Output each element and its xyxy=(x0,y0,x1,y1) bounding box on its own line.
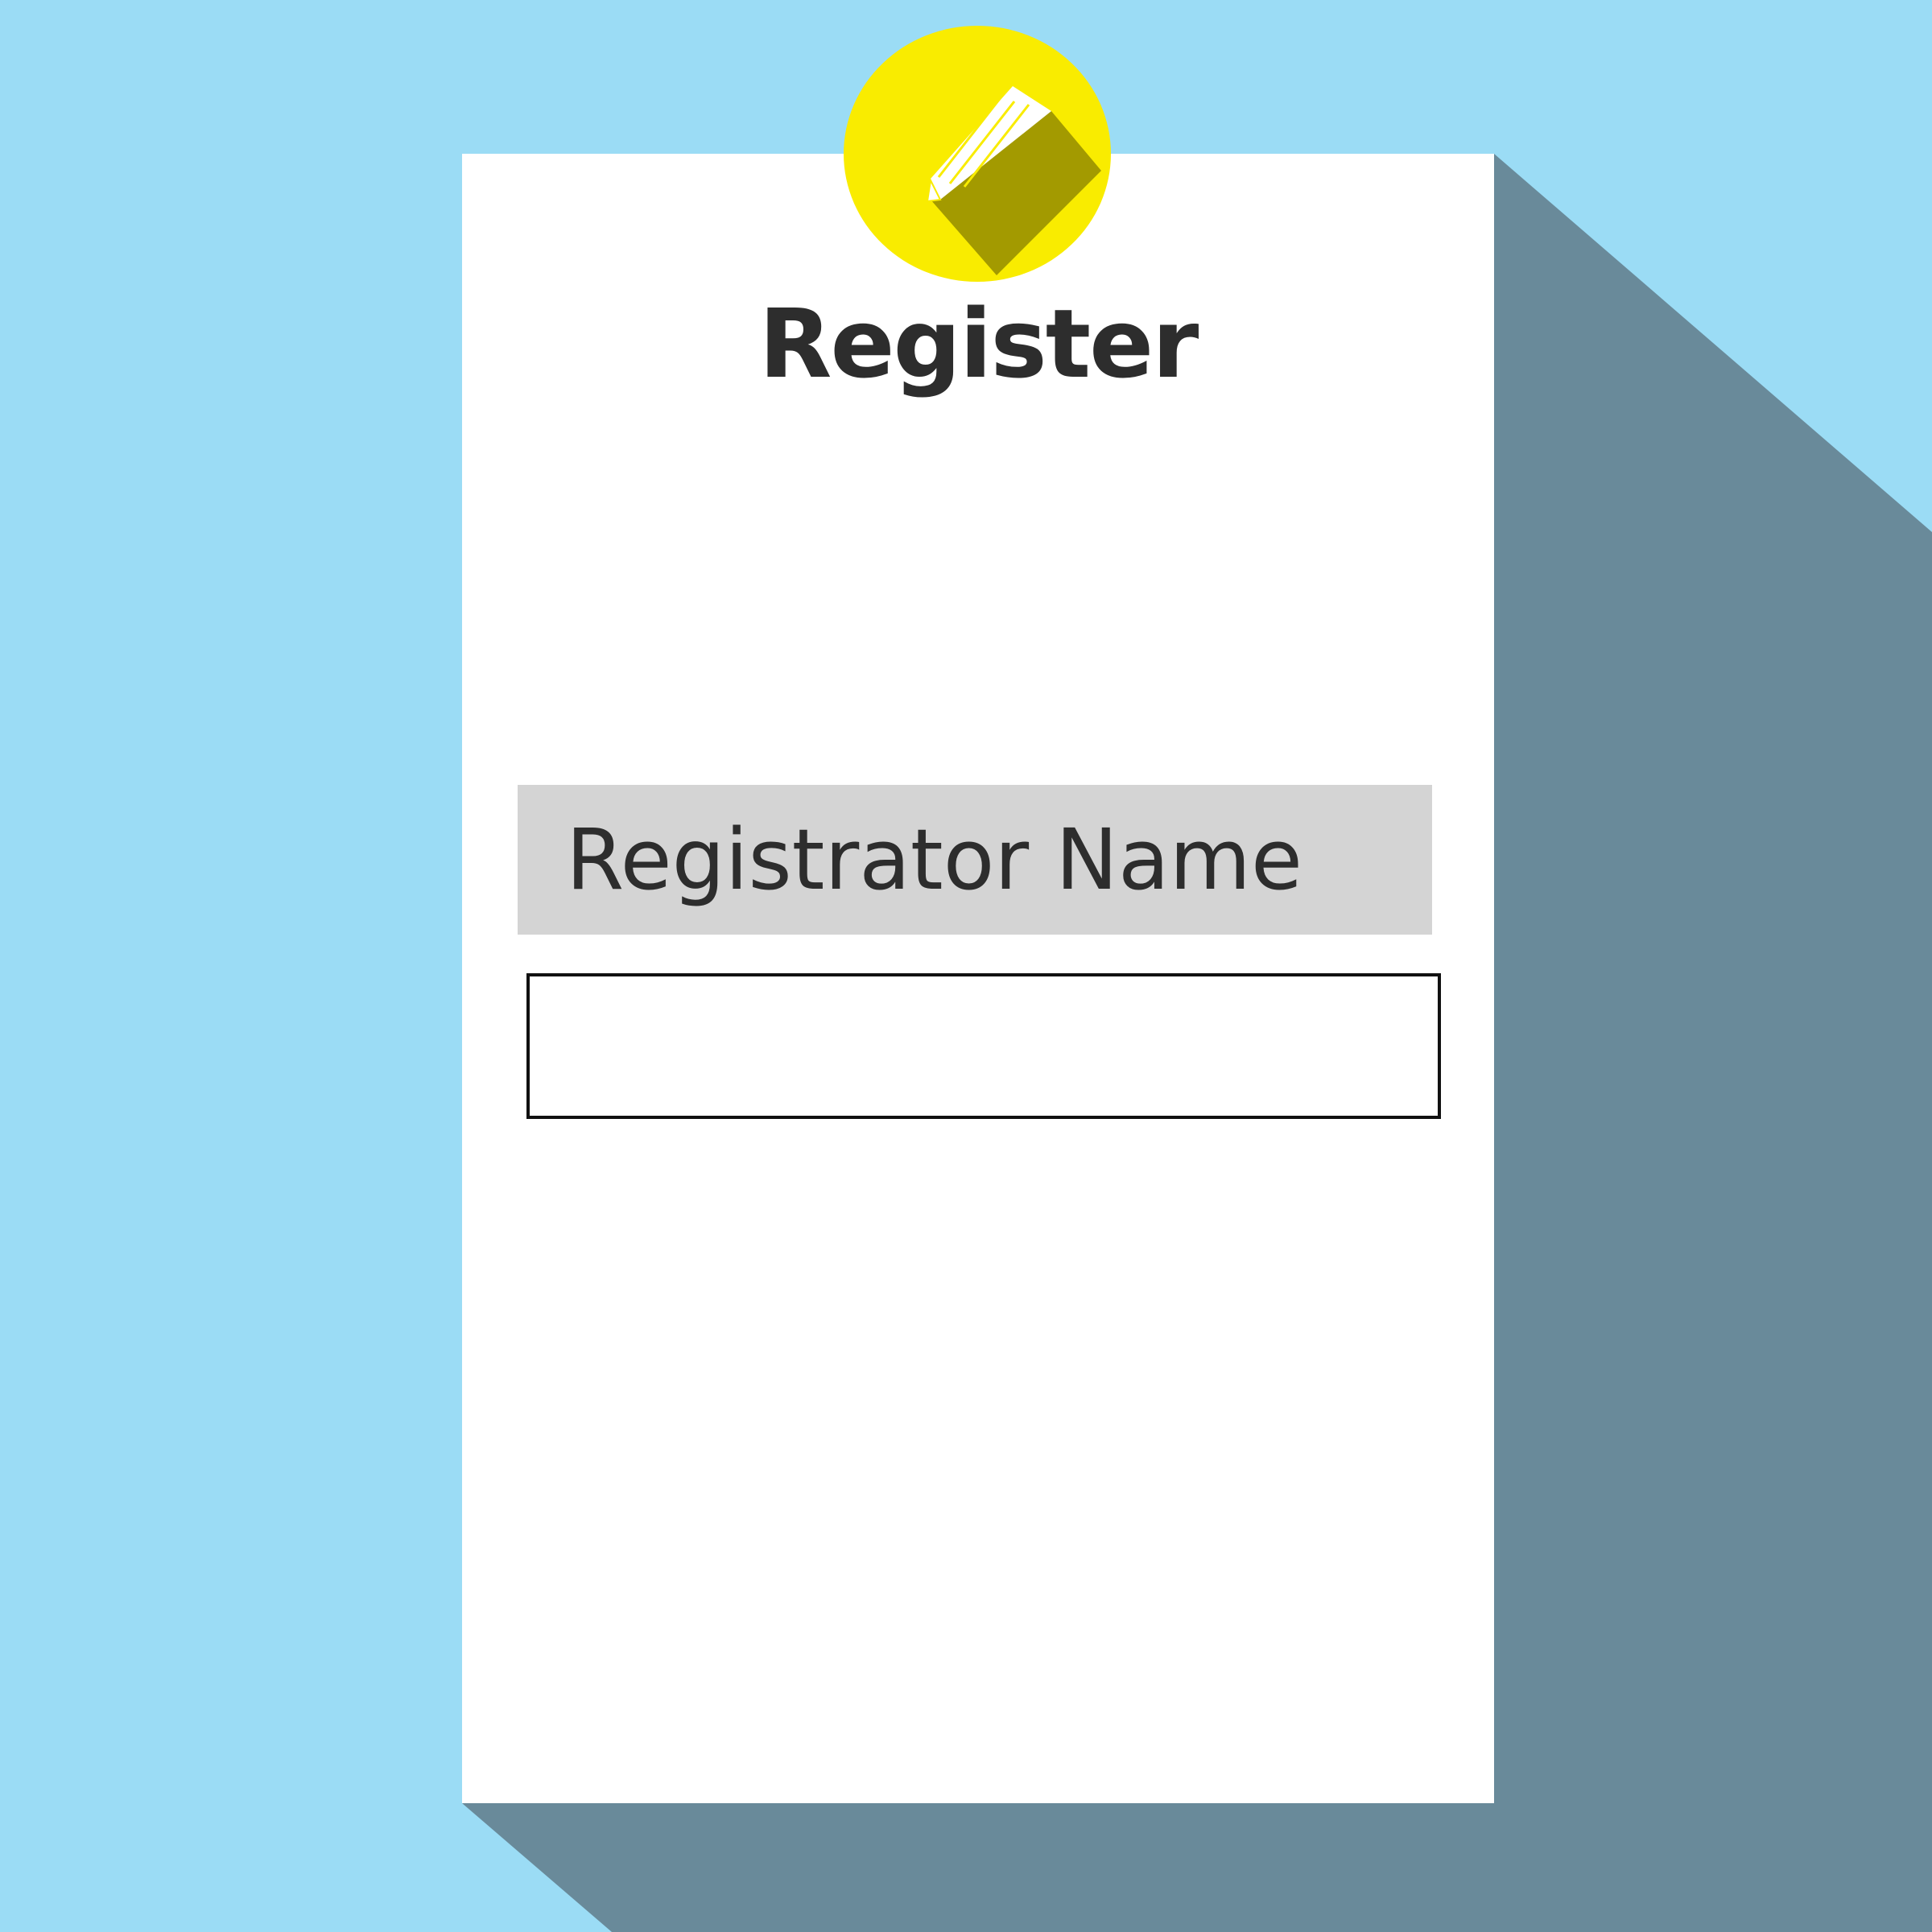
pencil-icon xyxy=(926,86,1101,275)
register-scene: Register Registrator Name xyxy=(0,0,1932,1932)
page-title: Register xyxy=(758,288,1199,399)
registrator-name-input[interactable] xyxy=(526,973,1441,1119)
registrator-name-label: Registrator Name xyxy=(518,785,1432,935)
pencil-badge xyxy=(844,26,1111,282)
